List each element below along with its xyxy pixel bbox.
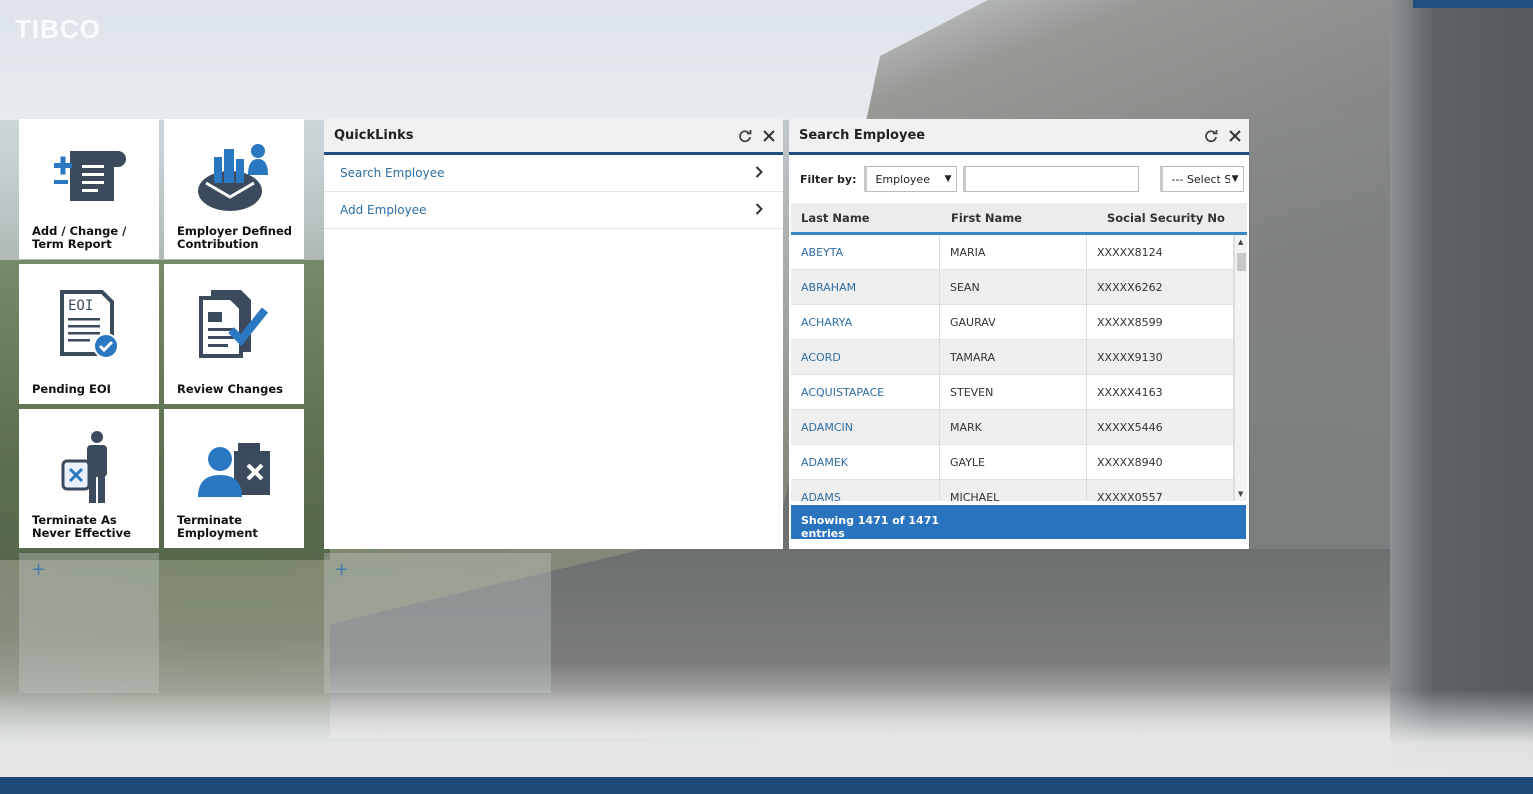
chevron-right-icon xyxy=(755,203,763,218)
table-row[interactable]: ABEYTA MARIA XXXXX8124 xyxy=(791,235,1247,270)
first-name-cell: SEAN xyxy=(940,269,1087,305)
table-row[interactable]: ACORD TAMARA XXXXX9130 xyxy=(791,339,1247,375)
filter-label: Filter by: xyxy=(800,172,857,186)
column-ssn[interactable]: Social Security No xyxy=(1093,211,1243,225)
document-add-icon xyxy=(19,147,159,205)
tile-label: Review Changes xyxy=(177,382,283,396)
table-scrollbar[interactable]: ▲ ▼ xyxy=(1234,235,1247,501)
search-employee-title: Search Employee xyxy=(799,128,926,143)
refresh-icon[interactable] xyxy=(737,128,753,144)
first-name-cell: STEVEN xyxy=(940,374,1087,410)
last-name-cell[interactable]: ACHARYA xyxy=(791,304,940,340)
first-name-cell: GAURAV xyxy=(940,304,1087,340)
tile-label: Pending EOI xyxy=(32,382,111,396)
ssn-cell: XXXXX0557 xyxy=(1087,479,1234,501)
last-name-cell[interactable]: ADAMCIN xyxy=(791,409,940,445)
add-widget-placeholder[interactable]: + xyxy=(324,553,551,693)
last-name-cell[interactable]: ACORD xyxy=(791,339,940,375)
tile-label: Employer Defined Contribution xyxy=(177,224,292,251)
tibco-logo: TIBCO xyxy=(15,14,101,44)
table-row[interactable]: ACHARYA GAURAV XXXXX8599 xyxy=(791,304,1247,340)
table-row[interactable]: ADAMS MICHAEL XXXXX0557 xyxy=(791,479,1247,501)
quicklink-add-employee[interactable]: Add Employee xyxy=(324,192,783,229)
table-row[interactable]: ABRAHAM SEAN XXXXX6262 xyxy=(791,269,1247,305)
quicklinks-title: QuickLinks xyxy=(334,128,414,143)
caret-down-icon: ▼ xyxy=(1229,174,1239,184)
last-name-cell[interactable]: ADAMS xyxy=(791,479,940,501)
employer-contribution-icon xyxy=(164,141,304,213)
tile-employer-defined-contribution[interactable]: Employer Defined Contribution xyxy=(164,119,304,259)
ssn-cell: XXXXX5446 xyxy=(1087,409,1234,445)
table-header: Last Name First Name Social Security No xyxy=(791,203,1247,235)
filter-row: Filter by: Employee ▼ --- Select S ▼ xyxy=(789,155,1249,203)
quicklink-label: Add Employee xyxy=(340,203,427,217)
tile-terminate-employment[interactable]: Terminate Employment xyxy=(164,409,304,548)
table-footer-count: Showing 1471 of 1471 entries xyxy=(791,505,1246,540)
first-name-cell: MARK xyxy=(940,409,1087,445)
tile-label: Terminate As Never Effective xyxy=(32,513,131,540)
close-icon[interactable] xyxy=(761,128,777,144)
filter-by-select[interactable]: Employee ▼ xyxy=(864,166,958,192)
tile-label: Terminate Employment xyxy=(177,513,258,540)
ssn-cell: XXXXX8124 xyxy=(1087,235,1234,270)
search-employee-panel: Search Employee Filter by: Employee ▼ --… xyxy=(789,119,1249,549)
terminate-never-effective-icon xyxy=(19,429,159,505)
column-first-name[interactable]: First Name xyxy=(941,211,1093,225)
last-name-cell[interactable]: ABRAHAM xyxy=(791,269,940,305)
add-widget-plus-icon[interactable]: + xyxy=(334,559,349,580)
table-row[interactable]: ACQUISTAPACE STEVEN XXXXX4163 xyxy=(791,374,1247,410)
ssn-cell: XXXXX6262 xyxy=(1087,269,1234,305)
last-name-cell[interactable]: ABEYTA xyxy=(791,235,940,270)
footer-bar xyxy=(0,777,1533,794)
quicklink-search-employee[interactable]: Search Employee xyxy=(324,155,783,192)
scroll-up-icon[interactable]: ▲ xyxy=(1238,238,1243,246)
last-name-cell[interactable]: ACQUISTAPACE xyxy=(791,374,940,410)
first-name-cell: GAYLE xyxy=(940,444,1087,480)
add-tile-plus-icon[interactable]: + xyxy=(31,559,46,580)
top-right-bar xyxy=(1413,0,1533,8)
ssn-cell: XXXXX8599 xyxy=(1087,304,1234,340)
quicklink-label: Search Employee xyxy=(340,166,445,180)
add-tile-placeholder[interactable]: + xyxy=(19,553,159,693)
tile-label: Add / Change / Term Report xyxy=(32,224,127,251)
secondary-select[interactable]: --- Select S ▼ xyxy=(1160,166,1245,192)
eoi-document-icon: EOI xyxy=(19,288,159,360)
quicklinks-header: QuickLinks xyxy=(324,119,783,155)
background-fade xyxy=(0,690,1533,780)
background-frame xyxy=(1390,0,1533,780)
tile-pending-eoi[interactable]: EOI Pending EOI xyxy=(19,264,159,404)
tile-add-change-term-report[interactable]: Add / Change / Term Report xyxy=(19,119,159,259)
search-input[interactable] xyxy=(963,166,1140,192)
ssn-cell: XXXXX9130 xyxy=(1087,339,1234,375)
tile-terminate-as-never-effective[interactable]: Terminate As Never Effective xyxy=(19,409,159,548)
close-icon[interactable] xyxy=(1227,128,1243,144)
filter-by-value: Employee xyxy=(875,172,930,186)
quicklinks-panel: QuickLinks Search Employee Add Employee xyxy=(324,119,783,549)
employee-table-body: ABEYTA MARIA XXXXX8124 ABRAHAM SEAN XXXX… xyxy=(791,235,1247,501)
terminate-employment-icon xyxy=(164,441,304,497)
eoi-icon-text: EOI xyxy=(68,298,93,314)
first-name-cell: MICHAEL xyxy=(940,479,1087,501)
first-name-cell: TAMARA xyxy=(940,339,1087,375)
secondary-select-value: --- Select S xyxy=(1171,172,1232,186)
tile-review-changes[interactable]: Review Changes xyxy=(164,264,304,404)
table-row[interactable]: ADAMEK GAYLE XXXXX8940 xyxy=(791,444,1247,480)
refresh-icon[interactable] xyxy=(1203,128,1219,144)
last-name-cell[interactable]: ADAMEK xyxy=(791,444,940,480)
caret-down-icon: ▼ xyxy=(944,174,952,184)
ssn-cell: XXXXX4163 xyxy=(1087,374,1234,410)
first-name-cell: MARIA xyxy=(940,235,1087,270)
search-employee-header: Search Employee xyxy=(789,119,1249,155)
scroll-down-icon[interactable]: ▼ xyxy=(1238,490,1243,498)
table-row[interactable]: ADAMCIN MARK XXXXX5446 xyxy=(791,409,1247,445)
chevron-right-icon xyxy=(755,166,763,181)
review-checklist-icon xyxy=(164,288,304,358)
column-last-name[interactable]: Last Name xyxy=(791,211,941,225)
scrollbar-thumb[interactable] xyxy=(1237,253,1246,271)
ssn-cell: XXXXX8940 xyxy=(1087,444,1234,480)
entries-count: Showing 1471 of 1471 entries xyxy=(801,514,940,540)
